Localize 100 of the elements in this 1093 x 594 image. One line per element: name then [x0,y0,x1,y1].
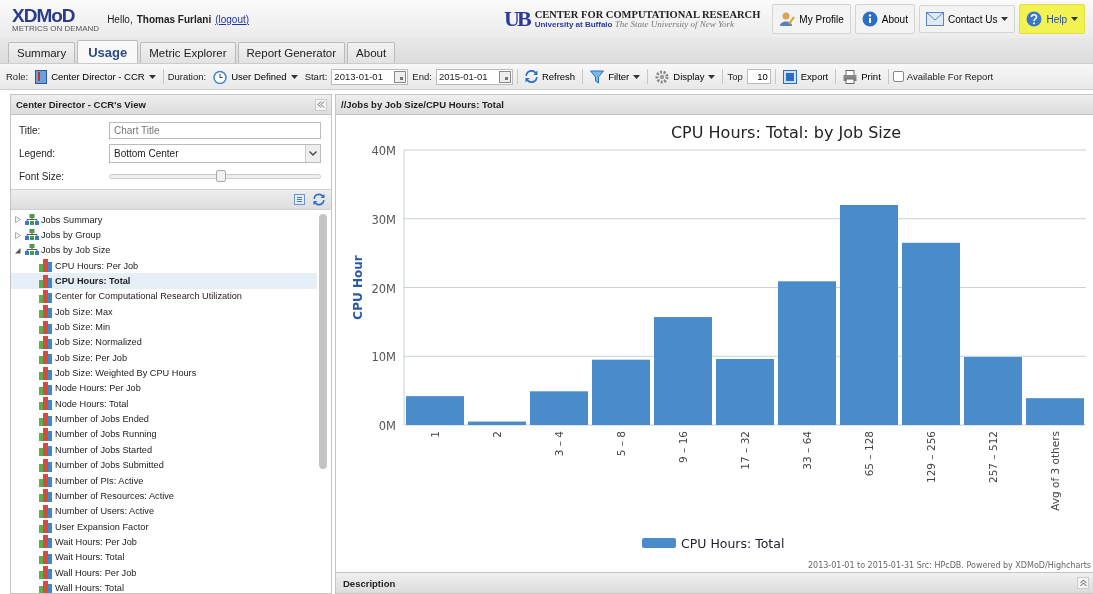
tree-item[interactable]: Jobs by Job Size [11,242,317,259]
export-button[interactable]: Export [779,69,832,84]
nav-tab[interactable]: Metric Explorer [140,42,236,63]
header-button[interactable]: Help [1019,4,1085,34]
nav-tab[interactable]: Usage [77,40,139,63]
bar-chart-icon [39,335,53,349]
bar[interactable] [468,421,526,425]
y-axis-tick: 40M [371,144,396,158]
x-axis-label: 5 – 8 [615,431,627,457]
bar[interactable] [964,356,1022,425]
start-date-field[interactable]: 2013-01-01 [331,68,409,85]
caret-icon [633,74,641,79]
top-count-field[interactable]: 10 [746,69,771,84]
print-button[interactable]: Print [840,69,884,84]
tree-item[interactable]: Jobs Summary [11,212,317,228]
tree-item[interactable]: Job Size: Weighted By CPU Hours [11,365,317,381]
tree-item[interactable]: Wait Hours: Per Job [11,534,317,550]
collapsed-arrow-icon[interactable] [15,231,21,239]
caret-icon [148,74,156,79]
logout-link[interactable]: (logout) [215,13,250,25]
bar[interactable] [902,242,960,425]
filter-button[interactable]: Filter [587,69,644,84]
tree-item[interactable]: Number of Jobs Started [11,442,317,458]
tree-item[interactable]: Number of Resources: Active [11,488,317,504]
tree-item[interactable]: Jobs by Group [11,227,317,243]
bar-chart-icon [39,289,53,303]
bar[interactable] [654,317,712,425]
tree-item[interactable]: User Expansion Factor [11,518,317,535]
bar[interactable] [592,359,650,425]
refresh-icon[interactable] [313,193,325,206]
tree-item[interactable]: Number of Jobs Ended [11,411,317,427]
chart-path: //Jobs by Job Size/CPU Hours: Total [341,99,504,110]
x-axis-label: 9 – 16 [677,431,689,463]
nav-tab[interactable]: Summary [8,42,76,63]
bar[interactable] [716,359,774,425]
bar-chart-icon [39,428,53,441]
bar[interactable] [778,281,836,425]
header-button[interactable]: My Profile [772,4,851,34]
xdmod-logo: XDMoD METRICS ON DEMAND [12,5,100,33]
y-axis-tick: 10M [371,350,396,365]
duration-dropdown[interactable]: User Defined [210,69,301,84]
tree-item[interactable]: Number of Jobs Running [11,426,317,443]
tree-item[interactable]: Job Size: Per Job [11,350,317,366]
tree-item[interactable]: Center for Computational Research Utilization [11,288,317,305]
bar[interactable] [406,396,464,425]
expanded-arrow-icon[interactable] [15,246,21,254]
chart-title-field[interactable]: Chart Title [109,121,321,139]
x-axis-label: 129 – 256 [925,431,937,483]
expand-button[interactable] [1077,577,1089,589]
refresh-button[interactable]: Refresh [521,70,579,83]
tree-item[interactable]: Node Hours: Per Job [11,380,317,397]
tree-item[interactable]: Number of PIs: Active [11,472,317,489]
nav-tab[interactable]: About [347,42,396,63]
x-axis-label: 17 – 32 [739,431,751,470]
tree-item[interactable]: Number of Users: Active [11,503,317,519]
bar[interactable] [840,205,898,425]
bar[interactable] [1026,398,1084,425]
panel-title: Center Director - CCR's View [16,99,146,110]
refresh-icon [524,70,538,83]
tree-item[interactable]: Job Size: Min [11,319,317,335]
tree-item[interactable]: Wall Hours: Per Job [11,564,317,581]
header-button[interactable]: About [854,4,915,34]
export-icon [782,69,797,84]
tree-item[interactable]: Wait Hours: Total [11,549,317,565]
list-icon[interactable] [294,194,305,205]
greeting-text: Hello, [107,13,133,25]
tree-item[interactable]: Number of Jobs Submitted [11,457,317,473]
printer-icon [843,69,858,84]
tree-item[interactable]: Wall Hours: Total [11,580,317,593]
tree-item[interactable]: CPU Hours: Total [11,273,317,289]
header-button[interactable]: Contact Us [918,5,1016,33]
help-icon [1026,11,1043,27]
bar-chart-icon [39,550,53,564]
user-icon [779,11,796,27]
display-button[interactable]: Display [652,69,719,84]
y-axis-tick: 30M [371,212,396,227]
available-for-report-checkbox[interactable]: Available For Report [892,71,994,82]
collapse-button[interactable] [315,98,327,111]
role-dropdown[interactable]: Center Director - CCR [32,69,159,84]
collapsed-arrow-icon[interactable] [15,216,21,224]
bar-chart-icon [39,458,53,472]
chart-title: CPU Hours: Total: by Job Size [670,123,902,142]
bar-chart-icon [39,274,53,288]
hierarchy-icon [25,213,39,226]
bar[interactable] [530,391,588,425]
title-label: Title: [19,124,42,136]
legend-item[interactable]: CPU Hours: Total [642,536,785,551]
legend-dropdown[interactable]: Bottom Center [109,143,321,163]
x-axis-label: 257 – 512 [987,431,999,483]
bar-chart-icon [39,535,53,549]
tree-item[interactable]: CPU Hours: Per Job [11,258,317,274]
nav-tab[interactable]: Report Generator [237,42,346,63]
end-date-field[interactable]: 2015-01-01 [435,68,513,85]
tree-item[interactable]: Job Size: Max [11,304,317,320]
top-label: Top [727,71,743,82]
tree-item[interactable]: Job Size: Normalized [11,334,317,351]
font-size-slider[interactable] [109,170,321,182]
tree-item[interactable]: Node Hours: Total [11,396,317,412]
user-name: Thomas Furlani [136,13,212,25]
envelope-icon [925,12,944,26]
